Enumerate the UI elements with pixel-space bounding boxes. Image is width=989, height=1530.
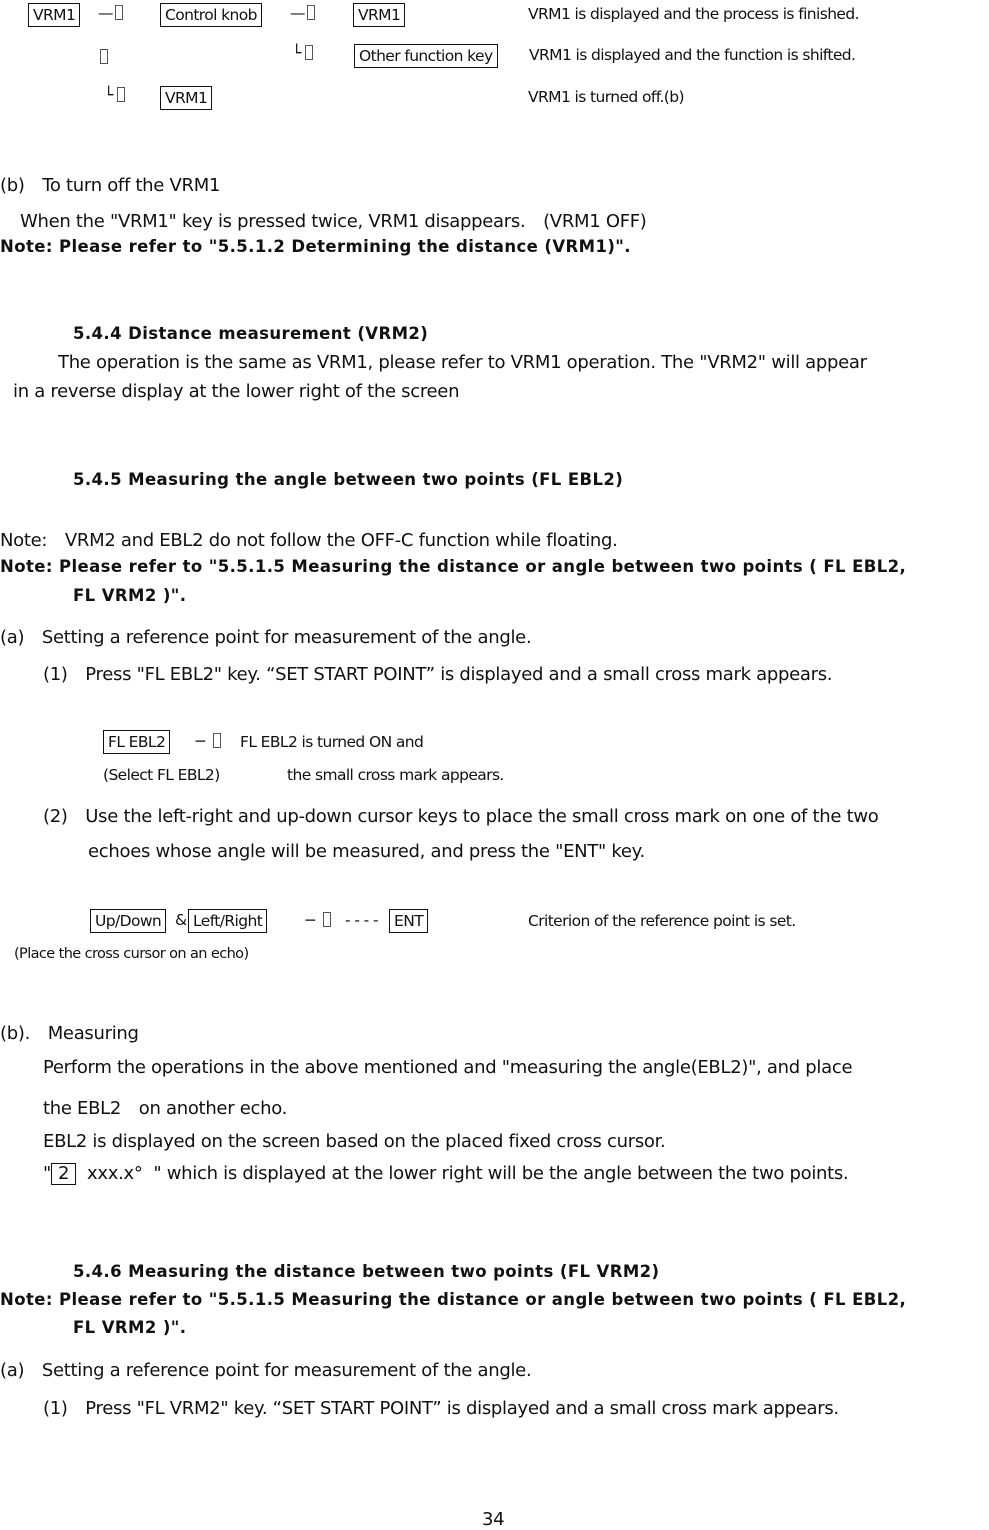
note: Note: VRM2 and EBL2 do not follow the OF…: [0, 530, 618, 551]
paragraph: the EBL2 on another echo.: [43, 1098, 288, 1119]
key-vrm1-off: VRM1: [160, 86, 213, 110]
angle-indicator-key: 2: [50, 1163, 77, 1185]
key-other-function: Other function key: [354, 44, 498, 68]
arrow-icon: −: [304, 911, 331, 929]
note-reference: Note: Please refer to "5.5.1.5 Measuring…: [0, 557, 907, 576]
step: (2) Use the left-right and up-down curso…: [43, 806, 879, 827]
section-title: 5.4.4 Distance measurement (VRM2): [73, 324, 429, 343]
key-vrm1: VRM1: [28, 3, 81, 27]
paragraph: Perform the operations in the above ment…: [43, 1057, 853, 1078]
paragraph: EBL2 is displayed on the screen based on…: [43, 1131, 666, 1152]
step: (a) Setting a reference point for measur…: [0, 627, 532, 648]
step: (1) Press "FL EBL2" key. “SET START POIN…: [43, 664, 833, 685]
ampersand: &: [175, 911, 187, 929]
result-text: VRM1 is displayed and the function is sh…: [529, 46, 856, 64]
section-heading: (b) To turn off the VRM1: [0, 175, 221, 196]
key-fl-ebl2: FL EBL2: [103, 730, 171, 754]
step: (1) Press "FL VRM2" key. “SET START POIN…: [43, 1398, 839, 1419]
note-reference: FL VRM2 )".: [73, 1318, 187, 1337]
paragraph: The operation is the same as VRM1, pleas…: [58, 352, 867, 373]
arrow-down-icon: [100, 48, 108, 66]
note-reference: Note: Please refer to "5.5.1.5 Measuring…: [0, 1290, 907, 1309]
step: echoes whose angle will be measured, and…: [88, 841, 645, 862]
paragraph: in a reverse display at the lower right …: [13, 381, 460, 402]
branch-arrow-icon: └: [292, 44, 314, 62]
result-text: VRM1 is displayed and the process is fin…: [528, 5, 860, 23]
section-title: 5.4.6 Measuring the distance between two…: [73, 1262, 660, 1281]
step: (b). Measuring: [0, 1023, 139, 1044]
result-text: FL EBL2 is turned ON and: [240, 733, 424, 751]
section-title: 5.4.5 Measuring the angle between two po…: [73, 470, 624, 489]
caption: (Place the cross cursor on an echo): [14, 946, 249, 962]
result-text: the small cross mark appears.: [287, 766, 504, 784]
branch-arrow-icon: └: [104, 86, 126, 104]
key-ent: ENT: [389, 909, 429, 933]
note-reference: Note: Please refer to "5.5.1.2 Determini…: [0, 237, 631, 256]
arrow-icon: −: [194, 732, 221, 750]
paragraph: When the "VRM1" key is pressed twice, VR…: [20, 211, 647, 232]
result-text: Criterion of the reference point is set.: [528, 912, 796, 930]
step: (a) Setting a reference point for measur…: [0, 1360, 532, 1381]
key-left-right: Left/Right: [188, 909, 268, 933]
note-reference: FL VRM2 )".: [73, 586, 187, 605]
key-vrm1-result: VRM1: [353, 3, 406, 27]
dashes: - - - -: [345, 911, 379, 929]
key-control-knob: Control knob: [160, 3, 262, 27]
result-text: VRM1 is turned off.(b): [528, 88, 685, 106]
arrow-icon: —: [98, 4, 123, 22]
caption: (Select FL EBL2): [103, 766, 220, 784]
paragraph: " 2 xxx.x° " which is displayed at the lo…: [43, 1163, 849, 1185]
arrow-icon: —: [290, 4, 315, 22]
key-up-down: Up/Down: [90, 909, 167, 933]
